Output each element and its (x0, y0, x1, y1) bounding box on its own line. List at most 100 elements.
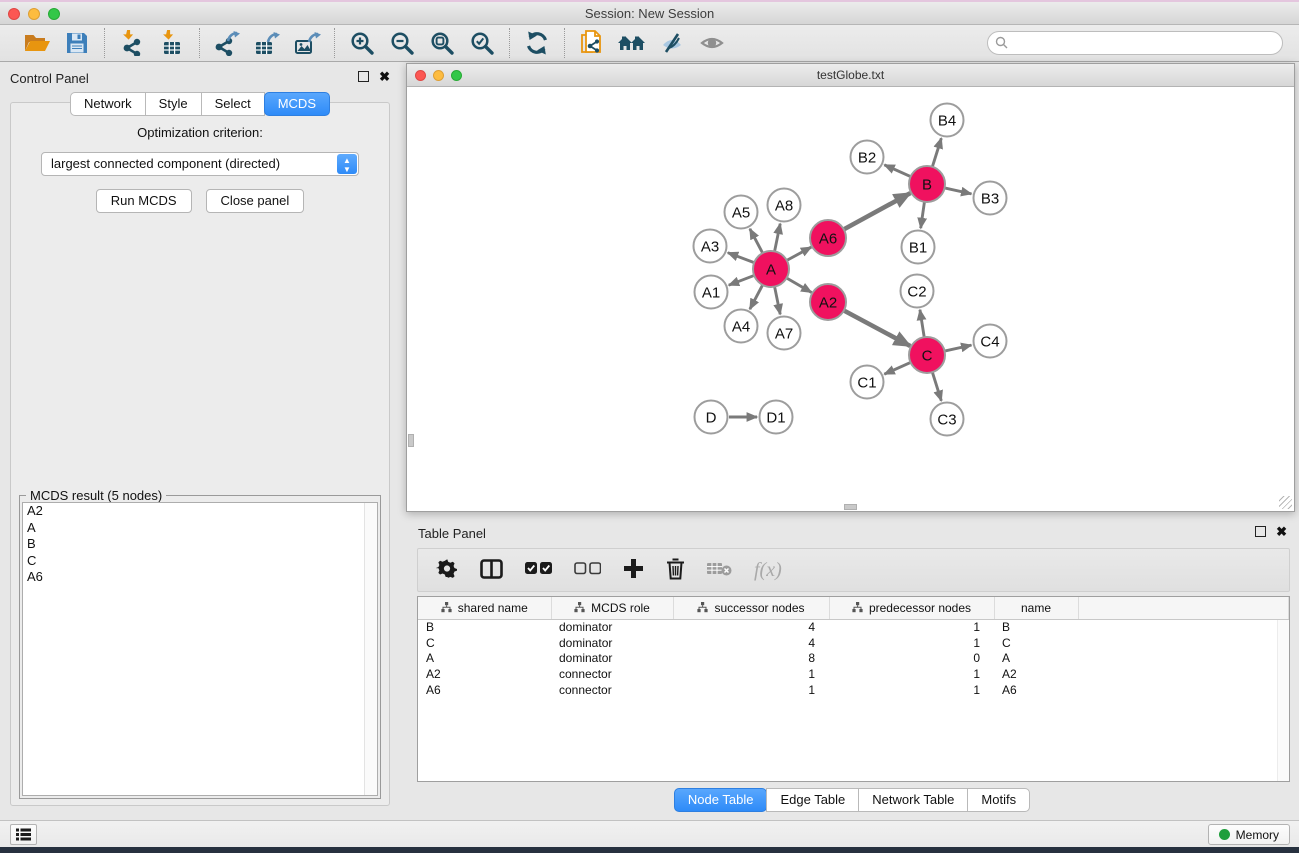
home-button[interactable] (615, 28, 649, 58)
tab-network[interactable]: Network (70, 92, 146, 116)
graph-node-A8[interactable]: A8 (768, 189, 801, 222)
table-row[interactable]: A6connector11A6 (418, 682, 1289, 698)
zoom-in-button[interactable] (345, 28, 379, 58)
export-image-button[interactable] (290, 28, 324, 58)
graph-node-B[interactable]: B (909, 166, 945, 202)
result-item[interactable]: A2 (23, 503, 377, 520)
tab-motifs[interactable]: Motifs (967, 788, 1030, 812)
network-window-titlebar[interactable]: testGlobe.txt (407, 64, 1294, 87)
tab-node-table[interactable]: Node Table (674, 788, 768, 812)
network-canvas[interactable]: B4 B2 B B3 B1 A5 A8 A6 A3 A A1A4 A7 A2 C2 C C4 C1 C3 D D1 (407, 87, 1294, 511)
import-network-button[interactable] (115, 28, 149, 58)
table-row[interactable]: A2connector11A2 (418, 666, 1289, 682)
graph-edge-C-C4[interactable] (945, 345, 972, 351)
graph-node-B4[interactable]: B4 (931, 104, 964, 137)
graph-edge-A-A6[interactable] (787, 247, 811, 260)
graph-edge-B-B2[interactable] (884, 165, 910, 177)
float-table-panel-icon[interactable] (1255, 526, 1266, 537)
graph-node-A1[interactable]: A1 (695, 276, 728, 309)
save-session-button[interactable] (60, 28, 94, 58)
graph-node-B1[interactable]: B1 (902, 231, 935, 264)
result-item[interactable]: A6 (23, 569, 377, 586)
tab-network-table[interactable]: Network Table (858, 788, 968, 812)
graph-edge-A-A7[interactable] (775, 287, 781, 315)
graph-edge-A-A8[interactable] (775, 224, 781, 252)
result-list-scrollbar[interactable] (364, 503, 377, 795)
network-from-selection-button[interactable] (575, 28, 609, 58)
graph-edge-A-A2[interactable] (787, 278, 812, 292)
tab-select[interactable]: Select (201, 92, 265, 116)
close-table-panel-icon[interactable]: ✖ (1276, 526, 1287, 537)
result-item[interactable]: B (23, 536, 377, 553)
export-network-button[interactable] (210, 28, 244, 58)
graph-edge-C-C1[interactable] (884, 362, 910, 374)
graph-node-D1[interactable]: D1 (760, 401, 793, 434)
graph-edge-A-A4[interactable] (750, 285, 763, 309)
apply-layout-button[interactable] (520, 28, 554, 58)
split-columns-button[interactable] (480, 559, 503, 582)
hide-graphics-details-button[interactable] (655, 28, 689, 58)
graph-node-A7[interactable]: A7 (768, 317, 801, 350)
graph-node-A3[interactable]: A3 (694, 230, 727, 263)
graph-node-B3[interactable]: B3 (974, 182, 1007, 215)
add-column-button[interactable] (623, 558, 644, 582)
column-header-shared-name[interactable]: shared name (418, 597, 551, 619)
graph-edge-C-C3[interactable] (932, 372, 941, 401)
tab-edge-table[interactable]: Edge Table (766, 788, 859, 812)
import-table-button[interactable] (155, 28, 189, 58)
open-session-button[interactable] (20, 28, 54, 58)
select-all-checkboxes-button[interactable] (525, 562, 552, 578)
graph-node-B2[interactable]: B2 (851, 141, 884, 174)
graph-edge-A-A1[interactable] (729, 275, 754, 285)
graph-edge-A-A3[interactable] (728, 253, 754, 263)
vertical-scrollbar-thumb[interactable] (408, 434, 414, 447)
graph-edge-A6-B[interactable] (844, 193, 911, 229)
column-header-name[interactable]: name (994, 597, 1078, 619)
tab-style[interactable]: Style (145, 92, 202, 116)
zoom-fit-content-button[interactable] (425, 28, 459, 58)
memory-button[interactable]: Memory (1208, 824, 1290, 845)
graph-edge-B-B1[interactable] (921, 202, 925, 228)
task-history-button[interactable] (10, 824, 37, 845)
table-row[interactable]: Adominator80A (418, 651, 1289, 667)
result-item[interactable]: A (23, 520, 377, 537)
horizontal-scrollbar-thumb[interactable] (844, 504, 857, 510)
graph-edge-C-C2[interactable] (920, 310, 924, 337)
graph-edge-B-B4[interactable] (932, 138, 941, 167)
export-table-button[interactable] (250, 28, 284, 58)
graph-node-C[interactable]: C (909, 337, 945, 373)
graph-node-C1[interactable]: C1 (851, 366, 884, 399)
show-graphics-details-button[interactable] (695, 28, 729, 58)
table-scrollbar[interactable] (1277, 620, 1289, 781)
delete-column-button[interactable] (666, 558, 685, 583)
resize-grip[interactable] (1279, 496, 1292, 509)
deselect-all-checkboxes-button[interactable] (574, 562, 601, 578)
settings-gear-button[interactable] (436, 558, 458, 583)
graph-node-A5[interactable]: A5 (725, 196, 758, 229)
graph-node-C2[interactable]: C2 (901, 275, 934, 308)
column-header-successor-nodes[interactable]: successor nodes (673, 597, 829, 619)
close-panel-button[interactable]: Close panel (206, 189, 305, 213)
column-header-predecessor-nodes[interactable]: predecessor nodes (829, 597, 994, 619)
graph-node-D[interactable]: D (695, 401, 728, 434)
criterion-select[interactable]: largest connected component (directed) ▲… (41, 152, 359, 176)
graph-node-A4[interactable]: A4 (725, 310, 758, 343)
network-graph[interactable]: B4 B2 B B3 B1 A5 A8 A6 A3 A A1A4 A7 A2 C2 C C4 C1 C3 D D1 (407, 87, 1294, 511)
graph-edge-A-A5[interactable] (750, 229, 763, 253)
graph-edge-A2-C[interactable] (844, 310, 910, 346)
graph-node-A6[interactable]: A6 (810, 220, 846, 256)
zoom-out-button[interactable] (385, 28, 419, 58)
graph-node-A2[interactable]: A2 (810, 284, 846, 320)
zoom-selected-button[interactable] (465, 28, 499, 58)
tab-mcds[interactable]: MCDS (264, 92, 330, 116)
graph-node-A[interactable]: A (753, 251, 789, 287)
graph-node-C3[interactable]: C3 (931, 403, 964, 436)
table-row[interactable]: Cdominator41C (418, 635, 1289, 651)
result-item[interactable]: C (23, 553, 377, 570)
graph-node-C4[interactable]: C4 (974, 325, 1007, 358)
column-header-MCDS-role[interactable]: MCDS role (551, 597, 673, 619)
float-panel-icon[interactable] (358, 71, 369, 82)
table-row[interactable]: Bdominator41B (418, 619, 1289, 635)
search-input[interactable] (987, 31, 1283, 55)
mcds-result-list[interactable]: A2ABCA6 (22, 502, 378, 796)
